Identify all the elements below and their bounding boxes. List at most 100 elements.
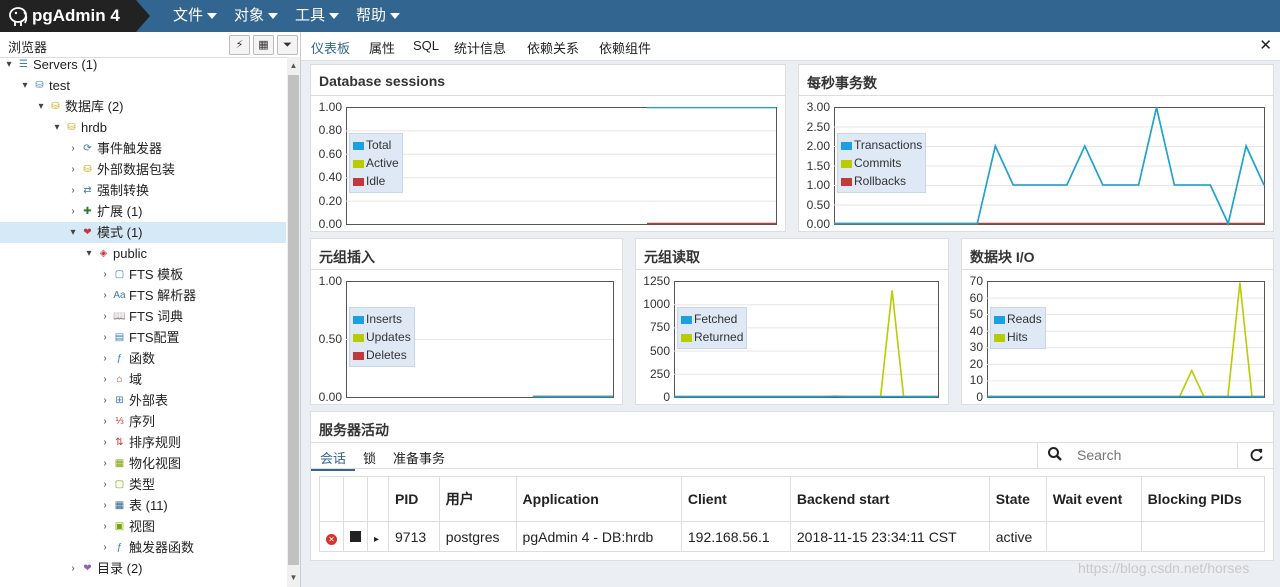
- collapse-icon[interactable]: ▾: [36, 96, 46, 117]
- expand-icon[interactable]: ›: [100, 285, 110, 306]
- browser-title: 浏览器: [8, 40, 48, 55]
- stop-icon[interactable]: [350, 530, 361, 542]
- collapse-icon[interactable]: ▾: [84, 243, 94, 264]
- tree-node[interactable]: ▾ ⛁ hrdb: [0, 117, 286, 138]
- expand-icon[interactable]: ›: [100, 474, 110, 495]
- tree-node[interactable]: › Aa FTS 解析器: [0, 285, 286, 306]
- expand-icon[interactable]: ›: [68, 138, 78, 159]
- expand-icon[interactable]: ›: [68, 201, 78, 222]
- expand-icon[interactable]: ›: [100, 264, 110, 285]
- watermark: https://blog.csdn.net/horses: [1078, 560, 1250, 576]
- y-tick-label: 2.50: [806, 119, 830, 134]
- expand-icon[interactable]: ›: [100, 411, 110, 432]
- collapse-icon[interactable]: ▾: [20, 75, 30, 96]
- col-header-application[interactable]: Application: [515, 476, 682, 522]
- tree-node[interactable]: › ▦ 物化视图: [0, 453, 286, 474]
- col-header-pid[interactable]: PID: [388, 476, 440, 522]
- tab-dependencies[interactable]: 依赖关系: [527, 38, 579, 57]
- tree-node[interactable]: ▾ ❤ 模式 (1): [0, 222, 286, 243]
- tree-node[interactable]: › ✚ 扩展 (1): [0, 201, 286, 222]
- plot-frame: [346, 107, 777, 225]
- tree-scrollbar[interactable]: ▲ ▼: [287, 57, 300, 587]
- tab-prepared-transactions[interactable]: 准备事务: [393, 448, 445, 467]
- tree-node[interactable]: › ❤ 目录 (2): [0, 558, 286, 579]
- menu-object[interactable]: 对象: [234, 0, 279, 32]
- col-header-backend-start[interactable]: Backend start: [789, 476, 990, 522]
- filter-button[interactable]: ⏷: [277, 35, 298, 55]
- tree-node[interactable]: › ⅓ 序列: [0, 411, 286, 432]
- collapse-icon[interactable]: ▾: [4, 57, 14, 75]
- query-tool-button[interactable]: ⚡: [229, 35, 250, 55]
- collapse-icon[interactable]: ▾: [52, 117, 62, 138]
- tree-node[interactable]: › ⇅ 排序规则: [0, 432, 286, 453]
- chart-legend: Total Active Idle: [349, 133, 403, 193]
- expand-icon[interactable]: ›: [68, 180, 78, 201]
- refresh-icon[interactable]: [1249, 447, 1264, 465]
- scrollbar-thumb[interactable]: [288, 75, 299, 565]
- col-header-wait-event[interactable]: Wait event: [1045, 476, 1142, 522]
- col-header-client[interactable]: Client: [680, 476, 791, 522]
- tree-node[interactable]: › ⛁ 外部数据包装: [0, 159, 286, 180]
- expand-icon[interactable]: ›: [100, 432, 110, 453]
- tree-node[interactable]: › ⟳ 事件触发器: [0, 138, 286, 159]
- tab-dependents[interactable]: 依赖组件: [599, 38, 651, 57]
- panel-title: 数据块 I/O: [970, 249, 1035, 265]
- cancel-query-cell[interactable]: [343, 521, 368, 552]
- col-header-user[interactable]: 用户: [438, 476, 517, 522]
- tree-node[interactable]: › ⇄ 强制转换: [0, 180, 286, 201]
- expand-icon[interactable]: ›: [100, 390, 110, 411]
- search-input[interactable]: [1075, 443, 1237, 467]
- menu-help[interactable]: 帮助: [356, 0, 401, 32]
- view-data-button[interactable]: ▦: [253, 35, 274, 55]
- tree-node[interactable]: › ▢ FTS 模板: [0, 264, 286, 285]
- expand-icon[interactable]: ›: [100, 495, 110, 516]
- col-header-blocking-pids[interactable]: Blocking PIDs: [1140, 476, 1266, 522]
- expand-icon[interactable]: ›: [100, 453, 110, 474]
- tree-node[interactable]: ▾ ⛁ test: [0, 75, 286, 96]
- collapse-icon[interactable]: ▾: [68, 222, 78, 243]
- menu-tools[interactable]: 工具: [295, 0, 340, 32]
- expand-icon[interactable]: ›: [100, 537, 110, 558]
- tab-sql[interactable]: SQL: [413, 38, 439, 53]
- close-icon[interactable]: ✕: [1259, 36, 1272, 54]
- tree-node[interactable]: › ▤ FTS配置: [0, 327, 286, 348]
- tree-node[interactable]: › ƒ 函数: [0, 348, 286, 369]
- expand-icon[interactable]: ›: [100, 306, 110, 327]
- legend-item: Inserts: [353, 310, 411, 328]
- expand-icon[interactable]: ▸: [374, 534, 379, 545]
- panel-title: 每秒事务数: [807, 75, 877, 91]
- terminate-session-cell[interactable]: ✕: [319, 521, 344, 552]
- catalog-icon: ❤: [83, 563, 92, 574]
- tree-node[interactable]: › ▢ 类型: [0, 474, 286, 495]
- chart-legend: Reads Hits: [990, 307, 1046, 349]
- tree-node[interactable]: ▾ ⛁ 数据库 (2): [0, 96, 286, 117]
- chevron-down-icon: [268, 13, 279, 20]
- y-tick-label: 0.00: [318, 390, 342, 404]
- expand-icon[interactable]: ›: [100, 348, 110, 369]
- expand-icon[interactable]: ›: [100, 369, 110, 390]
- scroll-down-icon[interactable]: ▼: [287, 571, 300, 585]
- terminate-icon[interactable]: ✕: [326, 533, 337, 545]
- col-header-state[interactable]: State: [988, 476, 1047, 522]
- tree-node[interactable]: ▾ ◈ public: [0, 243, 286, 264]
- tab-locks[interactable]: 锁: [363, 448, 376, 467]
- tree-node[interactable]: › ▣ 视图: [0, 516, 286, 537]
- tree-node[interactable]: › ⊞ 外部表: [0, 390, 286, 411]
- expand-row-cell[interactable]: ▸: [367, 521, 389, 552]
- expand-icon[interactable]: ›: [100, 327, 110, 348]
- expand-icon[interactable]: ›: [68, 159, 78, 180]
- tab-properties[interactable]: 属性: [369, 38, 395, 57]
- scroll-up-icon[interactable]: ▲: [287, 59, 300, 73]
- y-tick-label: 0.00: [806, 217, 830, 231]
- expand-icon[interactable]: ›: [100, 516, 110, 537]
- tree-node[interactable]: › ƒ 触发器函数: [0, 537, 286, 558]
- tree-node[interactable]: › 📖 FTS 词典: [0, 306, 286, 327]
- tree-node[interactable]: › ⌂ 域: [0, 369, 286, 390]
- tree-node[interactable]: ▾ ☰ Servers (1): [0, 57, 286, 75]
- tab-statistics[interactable]: 统计信息: [454, 38, 506, 57]
- tab-sessions[interactable]: 会话: [320, 448, 346, 467]
- expand-icon[interactable]: ›: [68, 558, 78, 579]
- tree-node[interactable]: › ▦ 表 (11): [0, 495, 286, 516]
- menu-file[interactable]: 文件: [173, 0, 218, 32]
- tab-dashboard[interactable]: 仪表板: [311, 38, 350, 57]
